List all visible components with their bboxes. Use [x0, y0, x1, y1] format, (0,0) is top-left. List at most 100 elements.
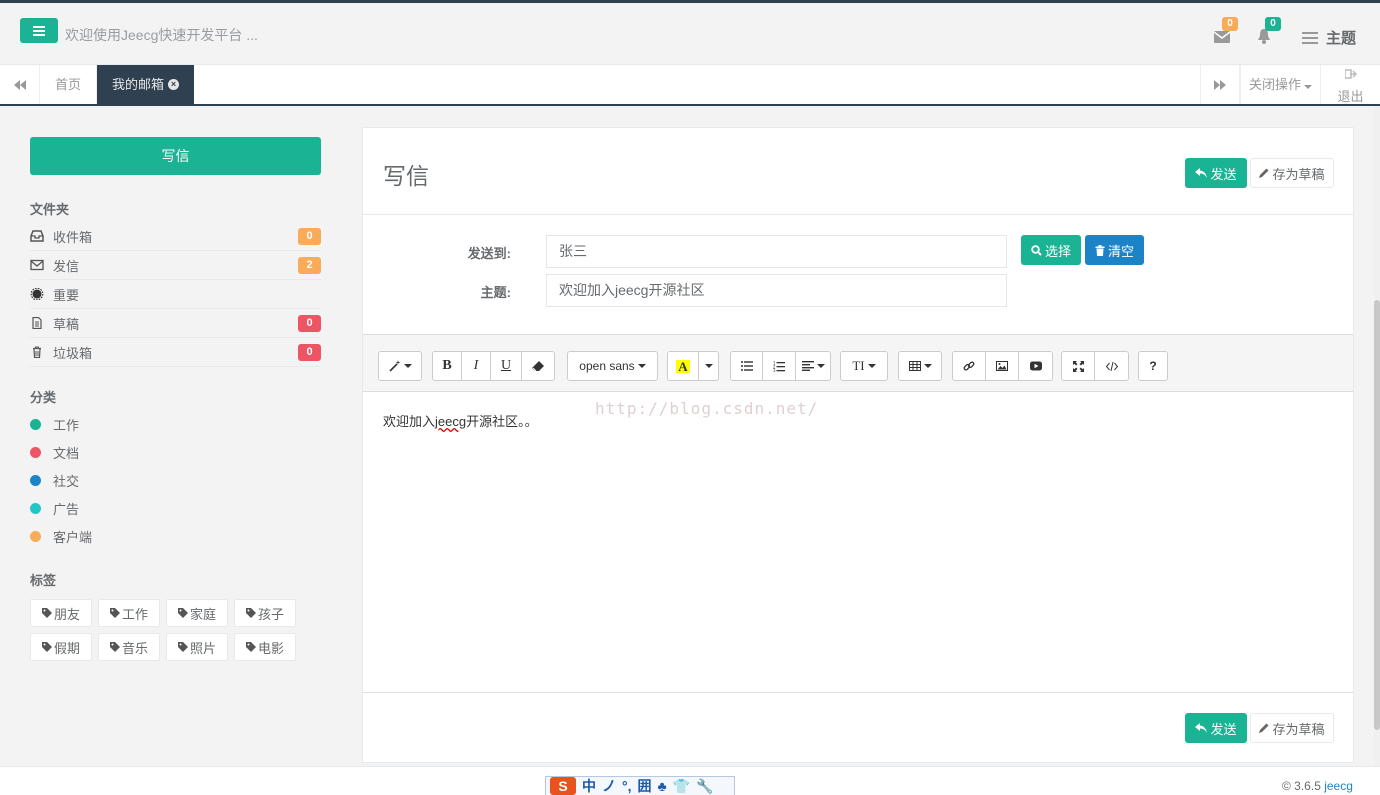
tag-label: 照片 [189, 640, 216, 656]
line-height-dropdown[interactable]: TI [841, 352, 887, 380]
folder-label: 重要 [53, 287, 80, 303]
align-dropdown-button[interactable] [796, 352, 830, 380]
tag-list: 朋友 工作 家庭 孩子 假期 音乐 照片 电影 [30, 599, 330, 661]
bell-notification-icon[interactable]: 0 [1257, 17, 1281, 47]
style-magic-button[interactable] [379, 352, 421, 380]
code-view-button[interactable] [1095, 352, 1128, 380]
ime-tool-char[interactable]: 🔧 [696, 778, 713, 795]
body-text: 欢迎加入 [383, 414, 436, 429]
category-work[interactable]: 工作 [30, 410, 92, 438]
tag-kids[interactable]: 孩子 [234, 599, 296, 627]
header-divider [363, 214, 1353, 215]
select-recipient-button[interactable]: 选择 [1021, 235, 1081, 265]
tag-work[interactable]: 工作 [98, 599, 160, 627]
code-icon [1105, 361, 1118, 371]
close-tab-icon[interactable]: × [168, 79, 179, 90]
mail-count-badge: 0 [1222, 17, 1238, 31]
tab-home[interactable]: 首页 [40, 65, 97, 104]
editor-content[interactable]: 欢迎加入jeecg开源社区。。 [383, 411, 538, 430]
compose-button[interactable]: 写信 [30, 137, 321, 175]
link-button[interactable] [953, 352, 986, 380]
tag-icon [177, 642, 188, 652]
category-clients[interactable]: 客户端 [30, 522, 92, 550]
clear-recipient-button[interactable]: 清空 [1085, 235, 1144, 265]
tab-mailbox[interactable]: 我的邮箱 × [97, 65, 194, 104]
help-button[interactable]: ? [1139, 352, 1167, 380]
page-scrollbar-thumb[interactable] [1374, 300, 1380, 730]
color-dropdown-button[interactable] [699, 352, 718, 380]
logout-button[interactable]: 退出 [1320, 65, 1380, 104]
tag-icon [41, 608, 52, 618]
certificate-icon [30, 288, 44, 300]
category-dot-icon [30, 502, 41, 514]
theme-link[interactable]: 主题 [1302, 27, 1356, 48]
ime-toolbar[interactable]: S 中 ノ °, 囲 ♣ 👕 🔧 [545, 776, 735, 795]
mail-notification-icon[interactable]: 0 [1213, 17, 1238, 47]
category-ads[interactable]: 广告 [30, 494, 92, 522]
unordered-list-button[interactable] [731, 352, 763, 380]
font-family-group: open sans [567, 351, 658, 381]
save-draft-button-bottom[interactable]: 存为草稿 [1250, 713, 1334, 743]
magic-wand-icon [388, 360, 400, 372]
notice-count-badge: 0 [1265, 17, 1281, 31]
ordered-list-button[interactable]: 123 [763, 352, 796, 380]
ime-punct-char[interactable]: °, [622, 778, 632, 794]
to-input[interactable]: 张三 [546, 235, 1007, 268]
select-label: 选择 [1044, 243, 1071, 259]
save-draft-button-top[interactable]: 存为草稿 [1250, 158, 1334, 188]
editor-toolbar: B I U open sans A 123 TI ? [363, 335, 1353, 392]
align-left-icon [801, 361, 814, 371]
table-dropdown[interactable] [899, 352, 941, 380]
height-group: TI [840, 351, 888, 381]
logout-label: 退出 [1337, 89, 1364, 104]
ime-keyboard-char[interactable]: 囲 [638, 776, 652, 795]
text-color-button[interactable]: A [668, 352, 699, 380]
folder-important[interactable]: 重要 [30, 280, 321, 309]
brand-link[interactable]: jeecg [1324, 779, 1353, 793]
subject-input[interactable]: 欢迎加入jeecg开源社区 [546, 274, 1007, 307]
tag-label: 家庭 [189, 606, 216, 622]
folder-sent[interactable]: 发信 2 [30, 251, 321, 280]
caret-down-icon [923, 364, 932, 368]
eraser-icon [532, 361, 544, 371]
tag-holiday[interactable]: 假期 [30, 633, 92, 661]
video-button[interactable] [1019, 352, 1052, 380]
eraser-button[interactable] [522, 352, 554, 380]
ime-moon-char[interactable]: ノ [602, 776, 616, 795]
send-button-bottom[interactable]: 发送 [1185, 713, 1247, 743]
forward-icon [1214, 79, 1226, 90]
underline-button[interactable]: U [491, 352, 522, 380]
font-family-dropdown[interactable]: open sans [568, 352, 657, 380]
tag-family[interactable]: 家庭 [166, 599, 228, 627]
tag-music[interactable]: 音乐 [98, 633, 160, 661]
category-docs[interactable]: 文档 [30, 438, 92, 466]
tag-icon [109, 642, 120, 652]
send-button-top[interactable]: 发送 [1185, 158, 1247, 188]
ime-skin-char[interactable]: 👕 [673, 778, 690, 795]
folder-label: 垃圾箱 [53, 345, 93, 361]
folder-drafts[interactable]: 草稿 0 [30, 309, 321, 338]
menu-toggle-button[interactable] [20, 18, 58, 43]
tag-label: 工作 [121, 606, 148, 622]
view-group [1061, 351, 1129, 381]
italic-button[interactable]: I [462, 352, 491, 380]
fullscreen-button[interactable] [1062, 352, 1095, 380]
bold-button[interactable]: B [433, 352, 462, 380]
tag-movies[interactable]: 电影 [234, 633, 296, 661]
file-icon [32, 317, 42, 329]
paragraph-group: 123 [730, 351, 831, 381]
folder-inbox[interactable]: 收件箱 0 [30, 222, 321, 251]
ime-user-char[interactable]: ♣ [658, 778, 667, 794]
close-operations-dropdown[interactable]: 关闭操作 [1240, 65, 1320, 104]
category-social[interactable]: 社交 [30, 466, 92, 494]
tag-friends[interactable]: 朋友 [30, 599, 92, 627]
tab-mailbox-label: 我的邮箱 [112, 77, 165, 92]
style-group [378, 351, 422, 381]
tags-heading: 标签 [30, 573, 57, 588]
ime-mode-char[interactable]: 中 [582, 776, 596, 795]
folder-trash[interactable]: 垃圾箱 0 [30, 338, 321, 367]
image-button[interactable] [986, 352, 1019, 380]
tag-photos[interactable]: 照片 [166, 633, 228, 661]
tab-scroll-right-button[interactable] [1200, 65, 1240, 104]
tab-scroll-left-button[interactable] [0, 65, 40, 104]
